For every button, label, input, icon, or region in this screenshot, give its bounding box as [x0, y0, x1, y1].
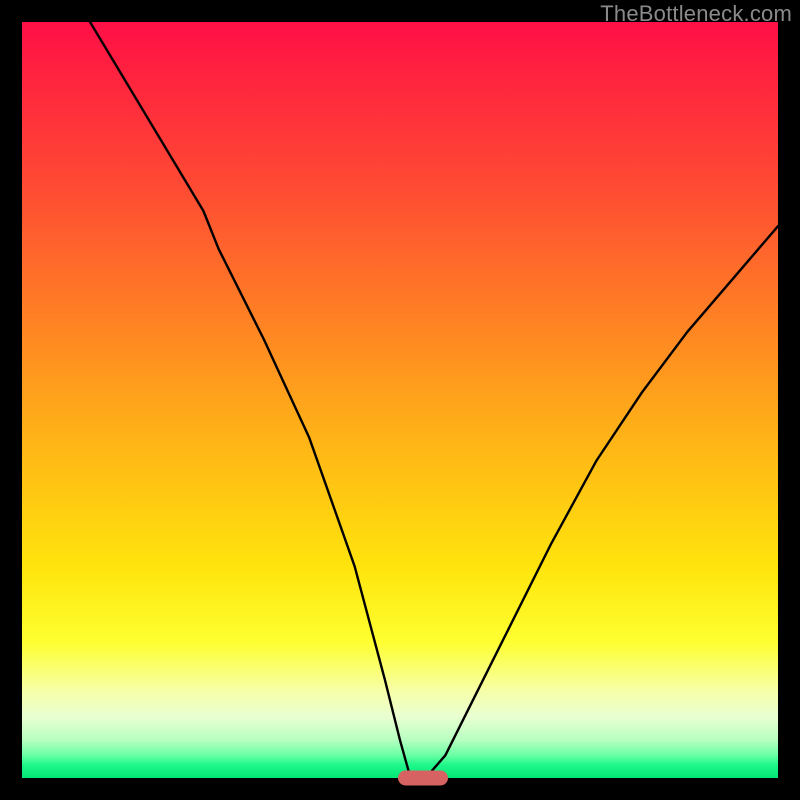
- plot-area: [22, 22, 778, 778]
- chart-frame: TheBottleneck.com: [0, 0, 800, 800]
- bottleneck-curve: [22, 22, 778, 778]
- optimal-marker: [398, 771, 448, 786]
- watermark-text: TheBottleneck.com: [600, 1, 792, 27]
